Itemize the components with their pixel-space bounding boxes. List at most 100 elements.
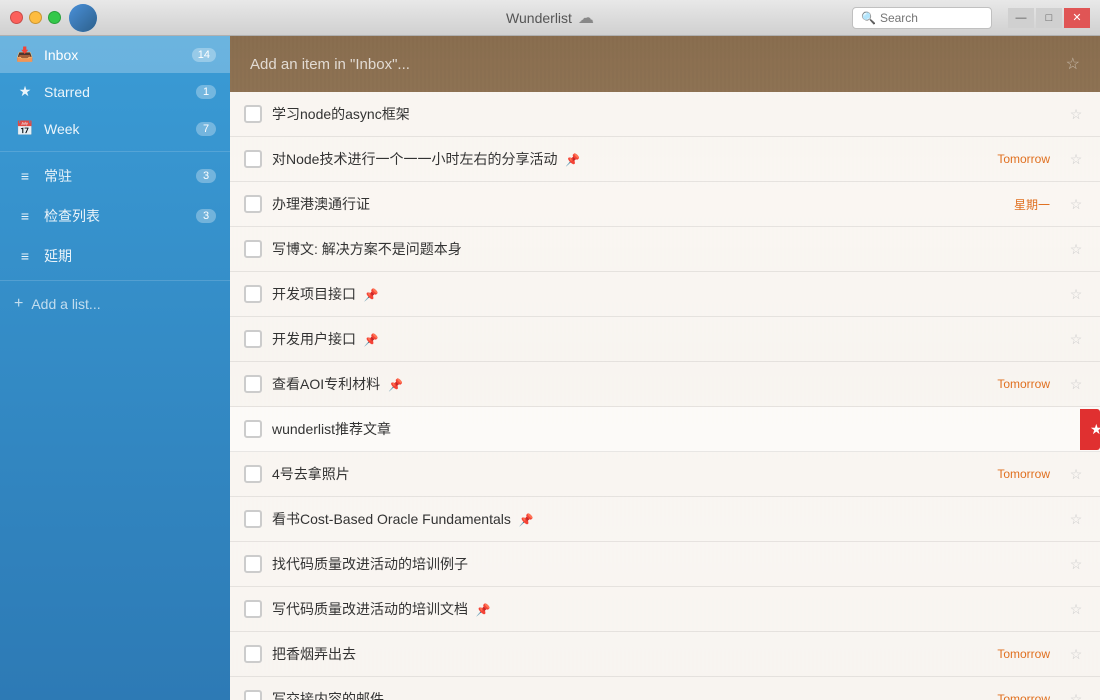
sidebar-item-starred[interactable]: ★ Starred 1 [0,73,230,110]
task-star-icon[interactable]: ☆ [1066,511,1086,528]
task-checkbox[interactable] [244,195,262,213]
task-item: 查看AOI专利材料 📌 Tomorrow ☆ [230,362,1100,407]
maximize-btn[interactable] [48,11,61,24]
task-text: 学习node的async框架 [272,104,1056,124]
app-title-text: Wunderlist [506,10,572,26]
task-star-icon[interactable]: ☆ [1066,376,1086,393]
avatar[interactable] [69,4,97,32]
win-minimize-btn[interactable]: — [1008,8,1034,28]
task-checkbox[interactable] [244,420,262,438]
sidebar-divider-1 [0,151,230,152]
task-due: Tomorrow [997,377,1050,391]
task-star-icon[interactable]: ☆ [1066,241,1086,258]
task-text: 把香烟弄出去 [272,644,987,664]
list-icon-2: ≡ [14,208,36,224]
week-label: Week [44,121,196,137]
yanqi-label: 延期 [44,246,216,266]
task-star-icon[interactable]: ☆ [1066,691,1086,700]
task-checkbox[interactable] [244,240,262,258]
add-item-header[interactable]: Add an item in "Inbox"... ☆ [230,36,1100,92]
add-icon: + [14,295,23,313]
task-star-icon[interactable]: ☆ [1066,106,1086,123]
task-star-icon[interactable]: ☆ [1066,151,1086,168]
pin-icon: 📌 [519,513,534,527]
task-star-icon[interactable]: ☆ [1066,466,1086,483]
task-text: 办理港澳通行证 [272,194,1004,214]
jianchalist-badge: 3 [196,209,216,223]
inbox-label: Inbox [44,47,192,63]
add-list-label: Add a list... [31,296,100,312]
task-text: 开发项目接口 📌 [272,284,1056,304]
task-text: 找代码质量改进活动的培训例子 [272,554,1056,574]
task-checkbox[interactable] [244,645,262,663]
task-star-icon[interactable]: ☆ [1066,196,1086,213]
task-item: 写博文: 解决方案不是问题本身 ☆ [230,227,1100,272]
search-input[interactable] [880,11,983,25]
star-icon: ★ [14,83,36,100]
task-text: 4号去拿照片 [272,464,987,484]
task-star-icon[interactable]: ☆ [1066,286,1086,303]
sidebar-divider-2 [0,280,230,281]
task-star-icon[interactable]: ★ [1080,409,1100,450]
main-layout: 📥 Inbox 14 ★ Starred 1 📅 Week 7 ≡ 常驻 3 ≡… [0,36,1100,700]
add-item-text: Add an item in "Inbox"... [250,56,410,73]
task-checkbox[interactable] [244,690,262,700]
task-text: 写博文: 解决方案不是问题本身 [272,239,1056,259]
content-area: Add an item in "Inbox"... ☆ 学习node的async… [230,36,1100,700]
task-item: 开发用户接口 📌 ☆ [230,317,1100,362]
list-icon-3: ≡ [14,248,36,264]
task-checkbox[interactable] [244,600,262,618]
task-item: 办理港澳通行证 星期一 ☆ [230,182,1100,227]
task-star-icon[interactable]: ☆ [1066,601,1086,618]
close-btn[interactable] [10,11,23,24]
changzhu-label: 常驻 [44,166,196,186]
task-checkbox[interactable] [244,510,262,528]
titlebar: Wunderlist ☁ 🔍 — □ ✕ [0,0,1100,36]
task-item: 开发项目接口 📌 ☆ [230,272,1100,317]
sidebar-item-changzhu[interactable]: ≡ 常驻 3 [0,156,230,196]
task-text: 开发用户接口 📌 [272,329,1056,349]
changzhu-badge: 3 [196,169,216,183]
task-text: 写代码质量改进活动的培训文档 📌 [272,599,1056,619]
task-text: 看书Cost-Based Oracle Fundamentals 📌 [272,509,1056,529]
pin-icon: 📌 [476,603,491,617]
task-star-icon[interactable]: ☆ [1066,331,1086,348]
win-maximize-btn[interactable]: □ [1036,8,1062,28]
inbox-icon: 📥 [14,46,36,63]
task-checkbox[interactable] [244,375,262,393]
task-checkbox[interactable] [244,555,262,573]
task-item: wunderlist推荐文章 ★ [230,407,1100,452]
task-item: 学习node的async框架 ☆ [230,92,1100,137]
task-checkbox[interactable] [244,105,262,123]
task-star-icon[interactable]: ☆ [1066,556,1086,573]
sidebar-item-jianchalist[interactable]: ≡ 检查列表 3 [0,196,230,236]
task-checkbox[interactable] [244,465,262,483]
pin-icon: 📌 [388,378,403,392]
cloud-icon: ☁ [578,8,594,28]
sidebar-item-inbox[interactable]: 📥 Inbox 14 [0,36,230,73]
task-text: 写交接内容的邮件 [272,689,987,700]
win-controls: — □ ✕ [1008,8,1090,28]
task-star-icon[interactable]: ☆ [1066,646,1086,663]
header-star-icon[interactable]: ☆ [1066,54,1080,74]
add-list-btn[interactable]: + Add a list... [0,285,230,323]
starred-badge: 1 [196,85,216,99]
calendar-icon: 📅 [14,120,36,137]
inbox-badge: 14 [192,48,216,62]
task-item: 4号去拿照片 Tomorrow ☆ [230,452,1100,497]
task-item: 看书Cost-Based Oracle Fundamentals 📌 ☆ [230,497,1100,542]
task-due: Tomorrow [997,647,1050,661]
starred-label: Starred [44,84,196,100]
minimize-btn[interactable] [29,11,42,24]
sidebar-item-yanqi[interactable]: ≡ 延期 [0,236,230,276]
task-checkbox[interactable] [244,150,262,168]
search-box[interactable]: 🔍 [852,7,992,29]
task-checkbox[interactable] [244,330,262,348]
content-bg: Add an item in "Inbox"... ☆ 学习node的async… [230,36,1100,700]
task-due: Tomorrow [997,152,1050,166]
search-icon: 🔍 [861,11,876,25]
window-controls [10,11,61,24]
win-close-btn[interactable]: ✕ [1064,8,1090,28]
sidebar-item-week[interactable]: 📅 Week 7 [0,110,230,147]
task-checkbox[interactable] [244,285,262,303]
